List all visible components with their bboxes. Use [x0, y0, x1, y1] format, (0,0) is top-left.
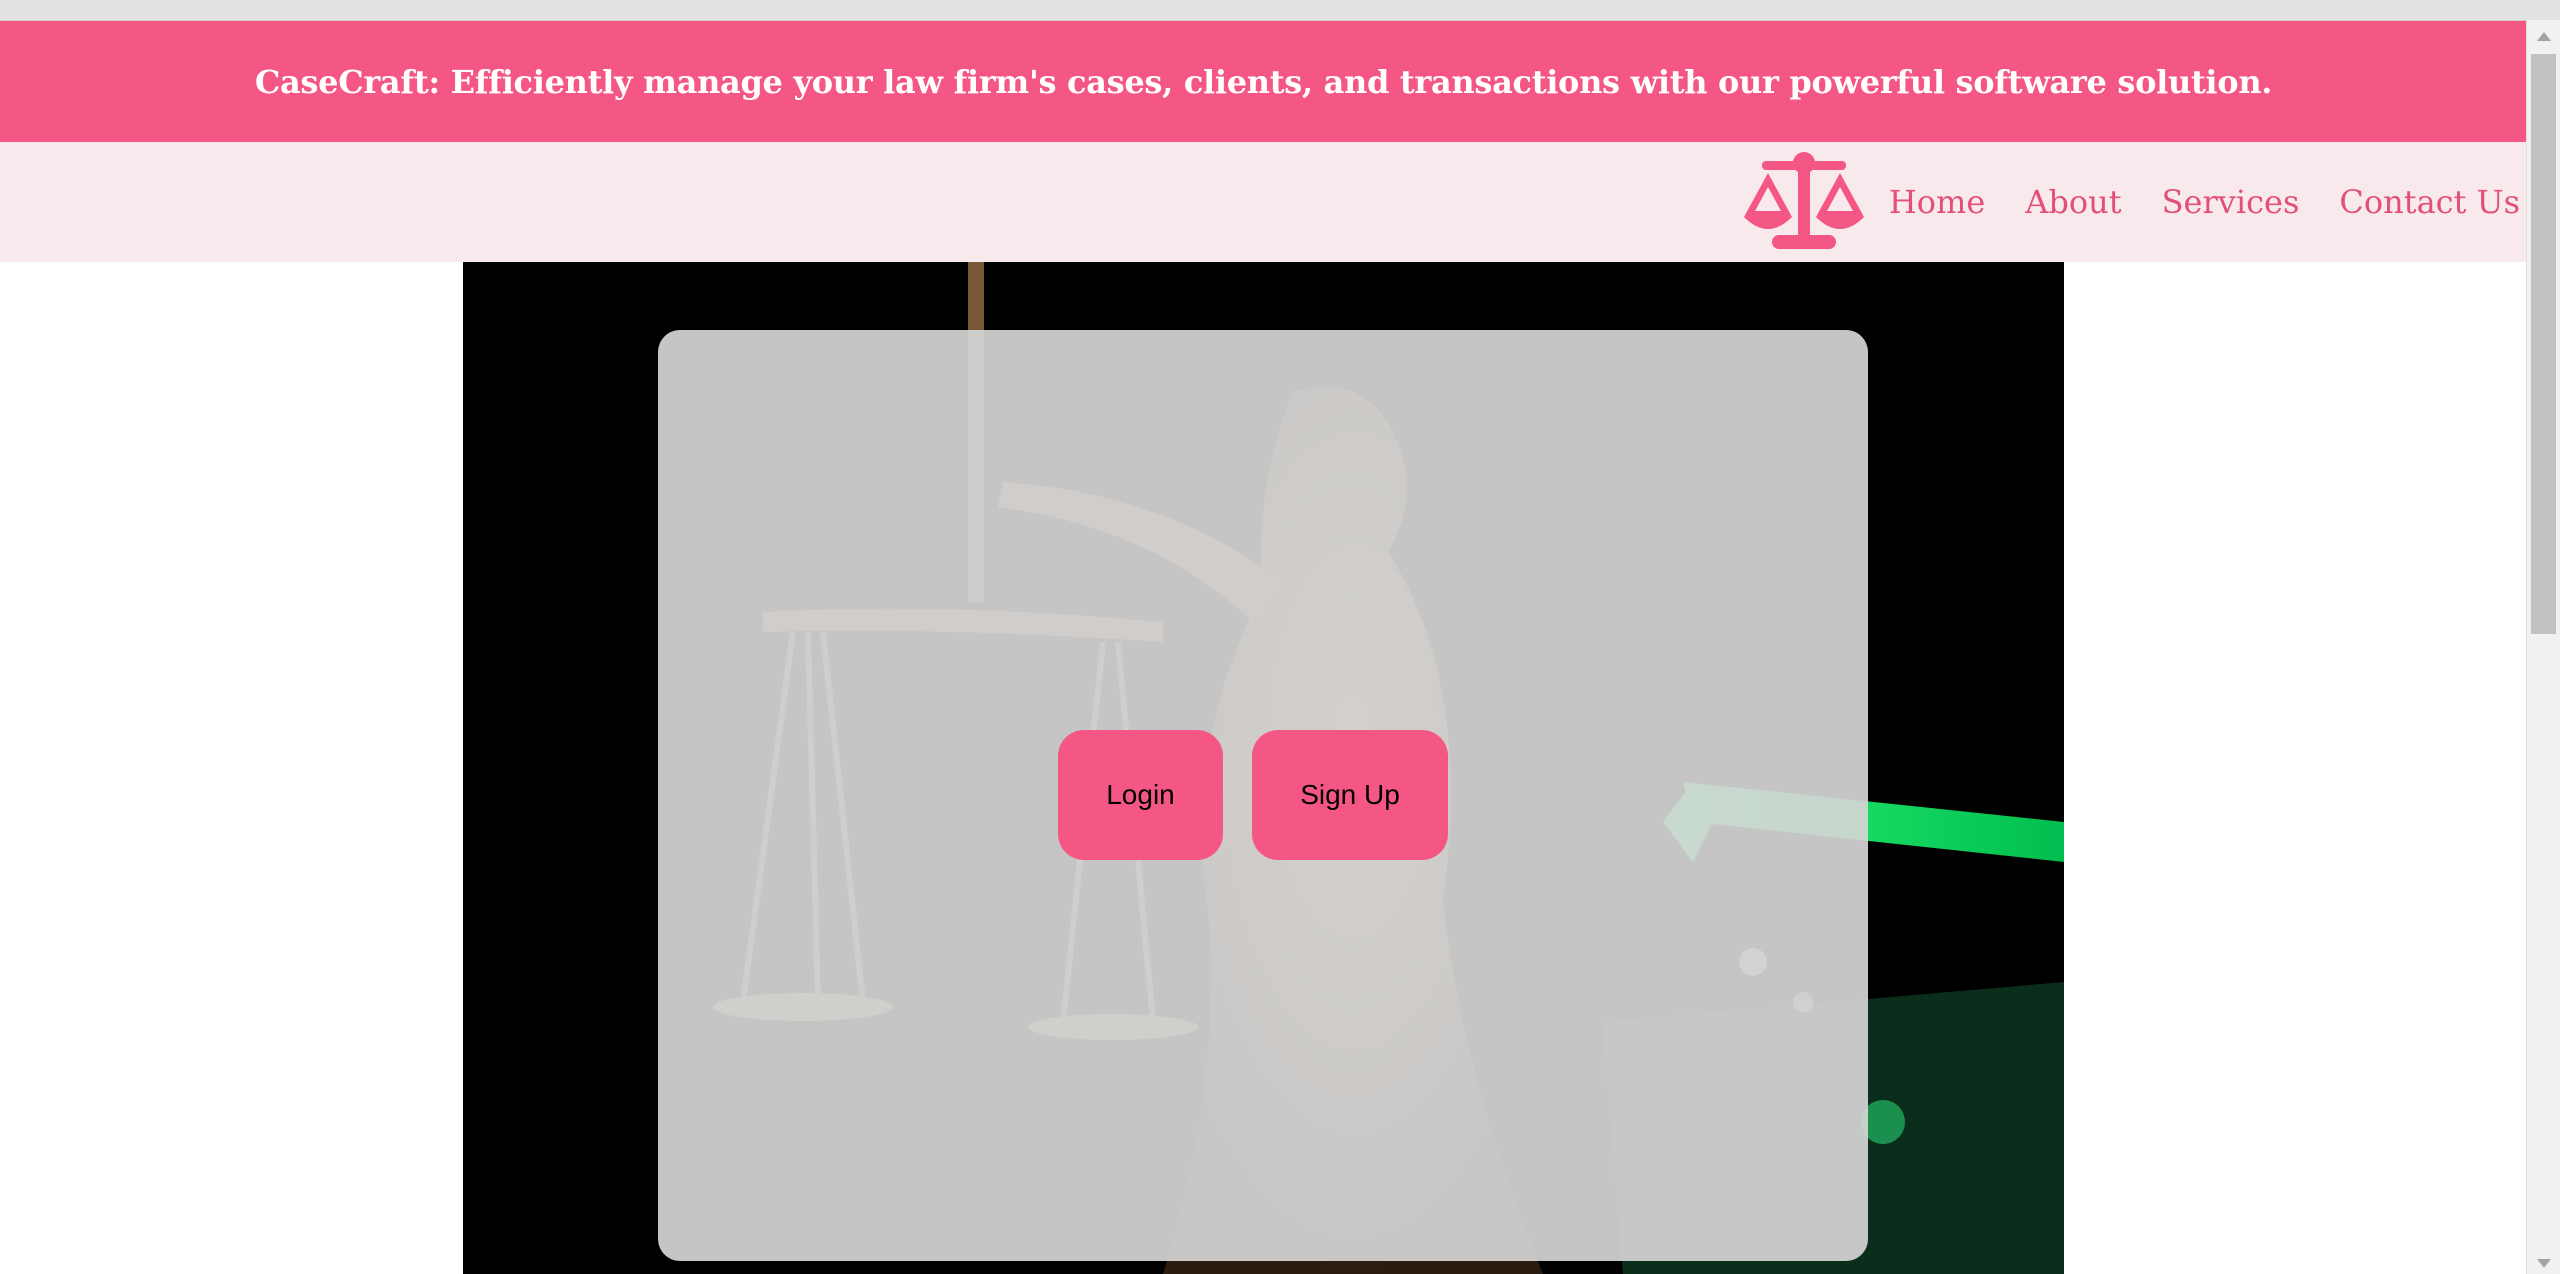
login-button[interactable]: Login: [1058, 730, 1223, 860]
nav-services[interactable]: Services: [2162, 183, 2300, 221]
scales-of-justice-icon[interactable]: [1738, 149, 1870, 253]
banner-text: CaseCraft: Efficiently manage your law f…: [254, 62, 2273, 101]
nav-about[interactable]: About: [2025, 183, 2121, 221]
scroll-thumb[interactable]: [2531, 54, 2556, 634]
main-nav: Home About Services Contact Us: [1889, 142, 2520, 262]
scroll-up-icon[interactable]: [2537, 32, 2551, 41]
top-banner: CaseCraft: Efficiently manage your law f…: [0, 21, 2527, 142]
nav-contact-us[interactable]: Contact Us: [2339, 183, 2520, 221]
nav-home[interactable]: Home: [1889, 183, 1985, 221]
vertical-scrollbar[interactable]: [2526, 20, 2560, 1274]
scroll-down-icon[interactable]: [2537, 1259, 2551, 1268]
sign-up-button[interactable]: Sign Up: [1252, 730, 1448, 860]
browser-chrome-top: [0, 0, 2560, 21]
